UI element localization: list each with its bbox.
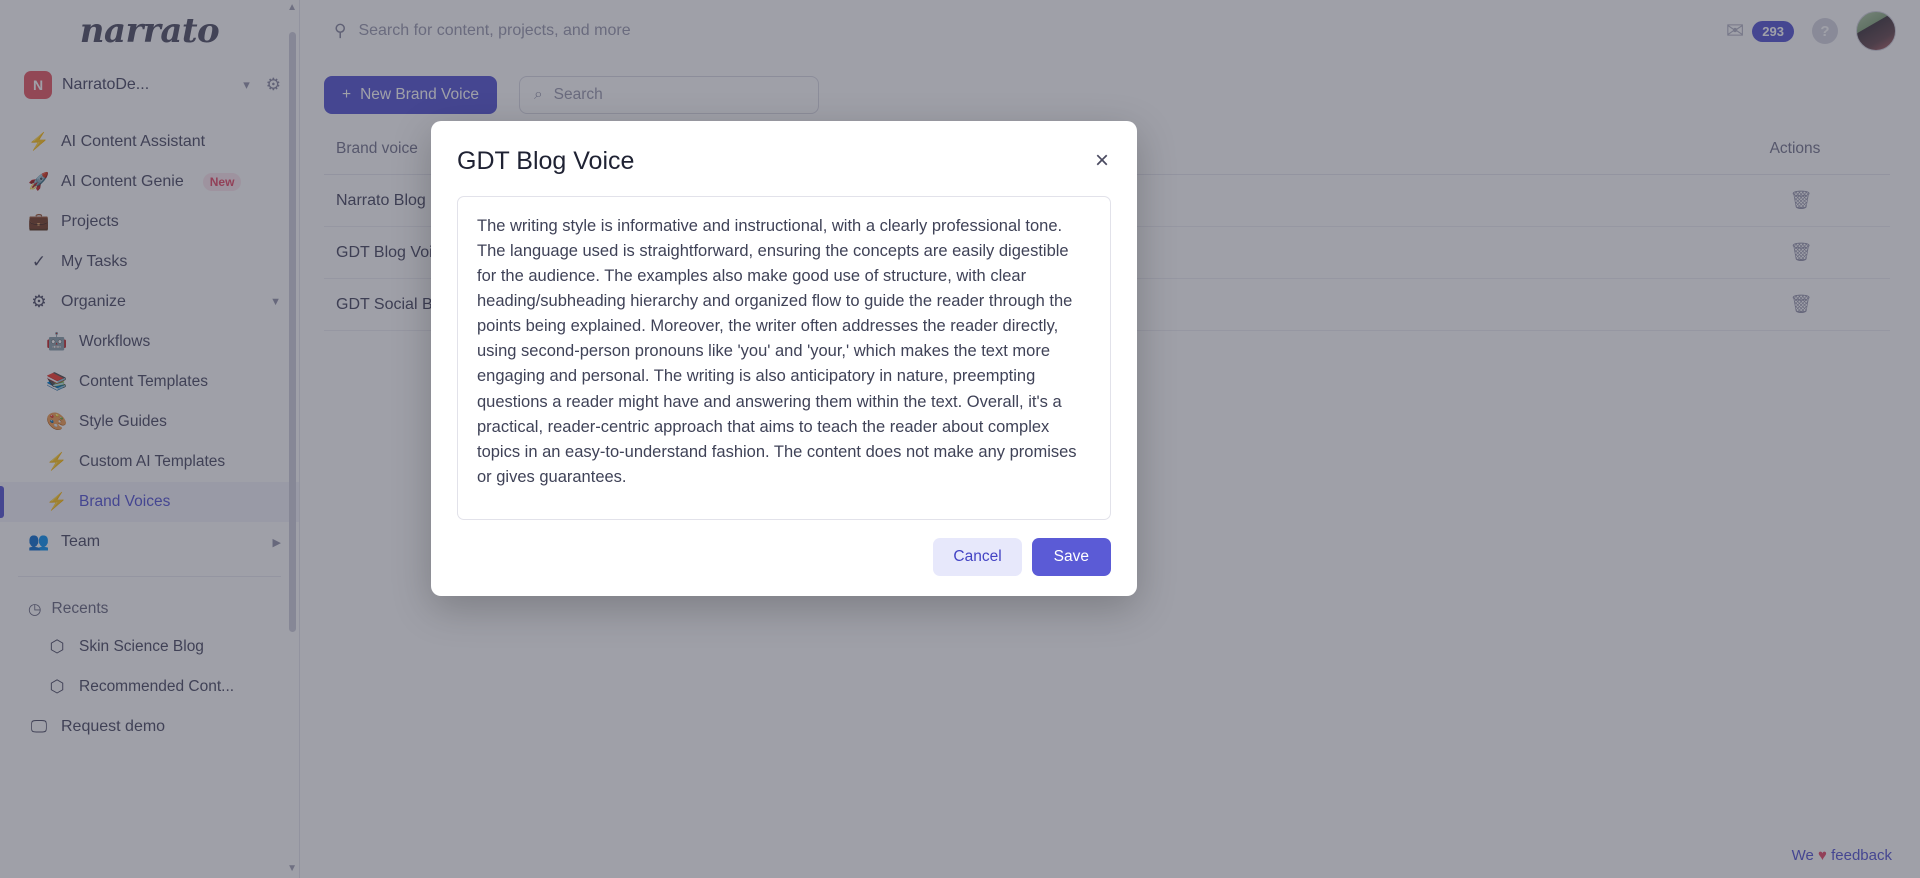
description-text: The writing style is informative and ins…	[477, 217, 1077, 486]
modal-title: GDT Blog Voice	[457, 147, 635, 175]
description-textarea[interactable]: The writing style is informative and ins…	[457, 196, 1111, 520]
save-button[interactable]: Save	[1031, 538, 1111, 576]
cancel-button[interactable]: Cancel	[933, 538, 1022, 576]
brand-voice-modal: GDT Blog Voice × The writing style is in…	[431, 121, 1137, 596]
close-icon[interactable]: ×	[1093, 149, 1111, 173]
modal-footer: Cancel Save	[457, 538, 1111, 576]
app-root: narrato N NarratoDe... ▾ ⚙ ⚡ AI Content …	[0, 0, 1920, 878]
modal-header: GDT Blog Voice ×	[457, 147, 1111, 176]
